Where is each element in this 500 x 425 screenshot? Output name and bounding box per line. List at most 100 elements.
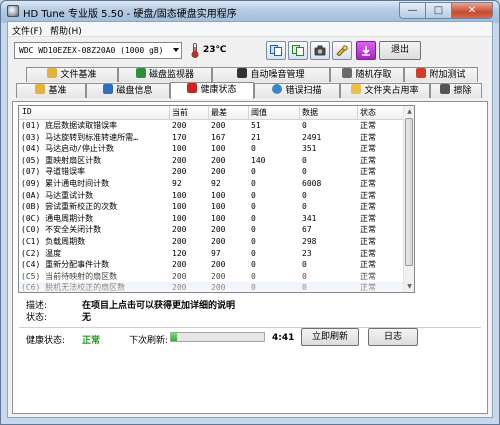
tab-random-access[interactable]: 随机存取 — [330, 67, 404, 82]
current-value: 200 — [172, 225, 187, 235]
file-benchmark-icon — [47, 68, 58, 78]
app-icon — [7, 5, 19, 17]
status-value: 正常 — [360, 260, 376, 270]
health-status-label: 健康状态: — [26, 336, 66, 346]
exit-button[interactable]: 退出 — [379, 41, 421, 60]
refresh-progress-bar — [170, 332, 265, 342]
title-bar[interactable]: HD Tune 专业版 5.50 - 硬盘/固态硬盘实用程序 — □ ✕ — [1, 1, 499, 21]
table-row[interactable]: (09) 累计通电时间计数 92 92 0 6008 正常 — [19, 178, 403, 190]
attribute-name: (03) 马达旋转到标准转速所需… — [21, 132, 138, 142]
attribute-name: (09) 累计通电时间计数 — [21, 178, 110, 188]
current-value: 170 — [172, 132, 187, 142]
tab-extra-tests[interactable]: 附加测试 — [404, 67, 478, 82]
window-title: HD Tune 专业版 5.50 - 硬盘/固态硬盘实用程序 — [23, 9, 237, 20]
worst-value: 200 — [211, 236, 226, 246]
tab-disk-monitor[interactable]: 磁盘监视器 — [118, 67, 212, 82]
close-button[interactable]: ✕ — [451, 2, 493, 19]
minimize-button[interactable]: — — [399, 2, 425, 19]
table-row[interactable]: (0A) 马达重试计数 100 100 0 0 正常 — [19, 190, 403, 202]
options-icon — [336, 45, 348, 56]
screenshot-button[interactable] — [310, 41, 330, 60]
attribute-name: (C0) 不安全关闭计数 — [21, 225, 102, 235]
col-id[interactable]: ID — [22, 107, 32, 116]
tab-aam[interactable]: 自动噪音管理 — [212, 67, 330, 82]
table-row[interactable]: (03) 马达旋转到标准转速所需… 170 167 21 2491 正常 — [19, 132, 403, 144]
tab-benchmark[interactable]: 基准 — [16, 83, 86, 98]
tab-health[interactable]: 健康状态 — [170, 82, 254, 99]
benchmark-icon — [35, 84, 46, 94]
attribute-name: (C2) 温度 — [21, 248, 62, 258]
smart-table[interactable]: ID 当前 最差 阈值 数据 状态 (01) 底层数据读取错误率 200 200 51… — [18, 105, 415, 293]
app-window: HD Tune 专业版 5.50 - 硬盘/固态硬盘实用程序 — □ ✕ 文件(… — [0, 0, 500, 425]
status-value: 正常 — [360, 190, 376, 200]
health-status-value: 正常 — [82, 336, 101, 346]
vertical-scrollbar[interactable]: ▲ ▼ — [403, 106, 414, 292]
col-data[interactable]: 数据 — [302, 107, 318, 118]
tab-label: 磁盘信息 — [116, 86, 153, 96]
table-row[interactable]: (05) 重映射扇区计数 200 200 140 0 正常 — [19, 155, 403, 167]
attribute-name: (C4) 重新分配事件计数 — [21, 260, 110, 270]
threshold-value: 0 — [251, 236, 256, 246]
tab-disk-info[interactable]: 磁盘信息 — [86, 83, 170, 98]
col-threshold[interactable]: 阈值 — [251, 107, 267, 118]
table-row[interactable]: (C2) 温度 120 97 0 23 正常 — [19, 248, 403, 260]
tab-error-scan[interactable]: 错误扫描 — [254, 83, 340, 98]
attribute-name: (0A) 马达重试计数 — [21, 190, 94, 200]
attribute-name: (C1) 负载周期数 — [21, 236, 86, 246]
raw-data: 0 — [302, 190, 307, 200]
tab-label: 文件基准 — [60, 70, 97, 80]
download-button[interactable] — [356, 41, 376, 60]
current-value: 200 — [172, 271, 187, 281]
status-value: 正常 — [360, 271, 376, 281]
copy-info-icon — [292, 45, 304, 56]
options-button[interactable] — [332, 41, 352, 60]
maximize-button[interactable]: □ — [425, 2, 451, 19]
status-value: 正常 — [360, 225, 376, 235]
table-row[interactable]: (C5) 当前待映射的扇区数 200 200 0 0 正常 — [19, 271, 403, 283]
download-icon — [362, 46, 370, 56]
table-row[interactable]: (0C) 通电周期计数 100 100 0 341 正常 — [19, 213, 403, 225]
drive-select[interactable]: WDC WD10EZEX-08Z20A0 (1000 gB) — [14, 42, 182, 59]
client-area: 文件(F) 帮助(H) WDC WD10EZEX-08Z20A0 (1000 g… — [7, 21, 493, 418]
tab-file-benchmark[interactable]: 文件基准 — [26, 67, 118, 82]
health-panel: ID 当前 最差 阈值 数据 状态 (01) 底层数据读取错误率 200 200 51… — [12, 101, 488, 414]
attribute-name: (01) 底层数据读取错误率 — [21, 121, 118, 130]
table-row[interactable]: (01) 底层数据读取错误率 200 200 51 0 正常 — [19, 120, 403, 132]
log-button[interactable]: 日志 — [368, 328, 418, 346]
status-value: 正常 — [360, 167, 376, 177]
tab-label: 随机存取 — [355, 70, 392, 80]
threshold-value: 0 — [251, 283, 256, 293]
raw-data: 298 — [302, 236, 317, 246]
menu-file[interactable]: 文件(F) — [12, 24, 42, 37]
menu-help[interactable]: 帮助(H) — [50, 24, 82, 37]
table-row[interactable]: (C4) 重新分配事件计数 200 200 0 0 正常 — [19, 259, 403, 271]
tab-folder-usage[interactable]: 文件夹占用率 — [340, 83, 430, 98]
table-row[interactable]: (C1) 负载周期数 200 200 0 298 正常 — [19, 236, 403, 248]
table-header: ID 当前 最差 阈值 数据 状态 — [19, 106, 403, 120]
scroll-down-icon[interactable]: ▼ — [404, 281, 414, 292]
table-row[interactable]: (C0) 不安全关闭计数 200 200 0 67 正常 — [19, 224, 403, 236]
current-value: 200 — [172, 260, 187, 270]
copy-text-button[interactable] — [266, 41, 286, 60]
table-row[interactable]: (04) 马达启动/停止计数 100 100 0 351 正常 — [19, 143, 403, 155]
worst-value: 200 — [211, 155, 226, 165]
status-text: 无 — [82, 313, 92, 323]
col-worst[interactable]: 最差 — [211, 107, 227, 118]
raw-data: 351 — [302, 144, 317, 154]
threshold-value: 140 — [251, 155, 266, 165]
extra-tests-icon — [416, 68, 427, 78]
refresh-now-button[interactable]: 立即刷新 — [301, 328, 359, 346]
tab-erase[interactable]: 擦除 — [430, 83, 482, 98]
table-row[interactable]: (0B) 尝试重新校正的次数 100 100 0 0 正常 — [19, 201, 403, 213]
tab-label: 文件夹占用率 — [364, 86, 419, 96]
threshold-value: 0 — [251, 248, 256, 258]
table-row[interactable]: (07) 寻道错误率 200 200 0 0 正常 — [19, 166, 403, 178]
col-current[interactable]: 当前 — [172, 107, 188, 118]
col-status[interactable]: 状态 — [360, 107, 376, 118]
worst-value: 167 — [211, 132, 226, 142]
copy-info-button[interactable] — [288, 41, 308, 60]
scroll-up-icon[interactable]: ▲ — [404, 106, 414, 117]
scroll-thumb[interactable] — [405, 118, 413, 266]
table-row[interactable]: (C6) 脱机无法校正的扇区数 200 200 0 0 正常 — [19, 282, 403, 293]
folder-icon — [351, 84, 362, 94]
